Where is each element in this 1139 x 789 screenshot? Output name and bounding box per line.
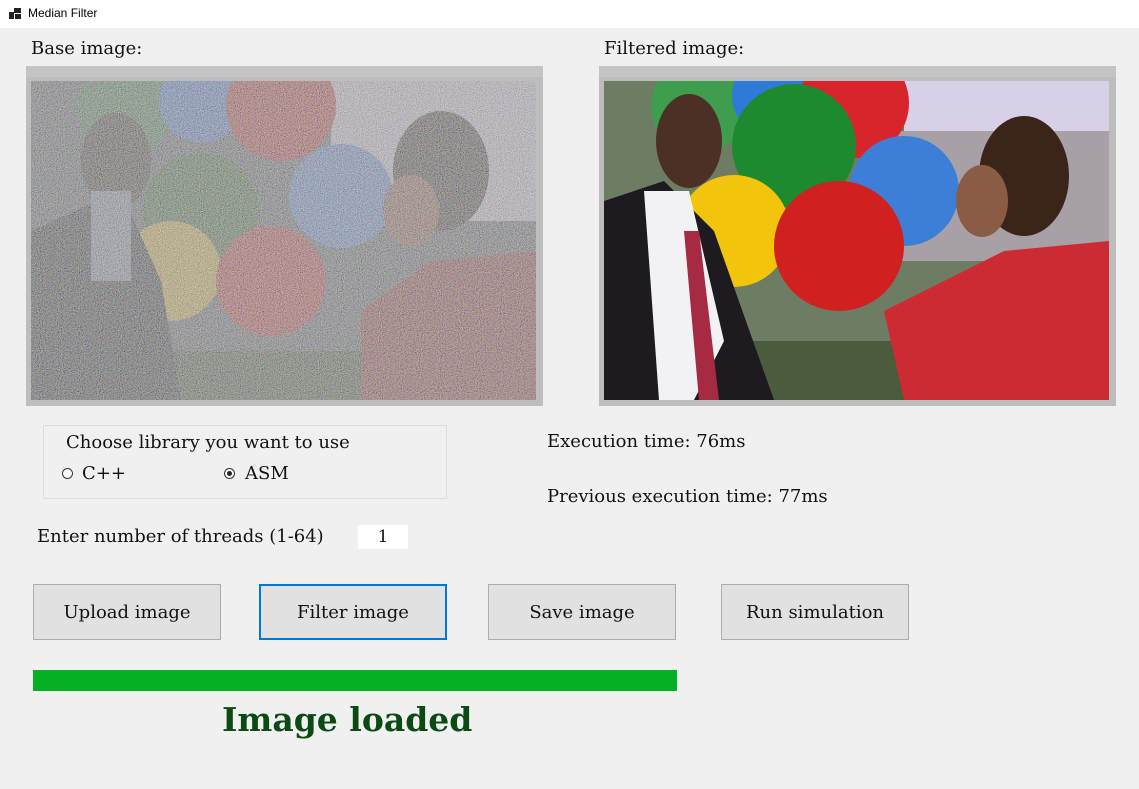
filtered-image-label: Filtered image: bbox=[604, 38, 745, 59]
radio-asm[interactable] bbox=[224, 468, 235, 479]
upload-image-button[interactable]: Upload image bbox=[33, 584, 221, 640]
filtered-image-box bbox=[599, 66, 1116, 406]
base-image-label: Base image: bbox=[31, 38, 143, 59]
radio-cpp[interactable] bbox=[62, 468, 73, 479]
threads-label: Enter number of threads (1-64) bbox=[37, 526, 324, 547]
filter-image-button[interactable]: Filter image bbox=[259, 584, 447, 640]
window-title: Median Filter bbox=[28, 6, 98, 20]
status-message: Image loaded bbox=[222, 700, 473, 739]
previous-execution-time: Previous execution time: 77ms bbox=[547, 486, 828, 507]
progress-bar bbox=[33, 670, 677, 691]
save-image-button[interactable]: Save image bbox=[488, 584, 676, 640]
execution-time: Execution time: 76ms bbox=[547, 431, 746, 452]
progress-fill bbox=[33, 670, 677, 691]
title-bar: Median Filter bbox=[0, 0, 1139, 28]
threads-input[interactable]: 1 bbox=[358, 525, 408, 549]
base-image-box bbox=[26, 66, 543, 406]
run-simulation-button[interactable]: Run simulation bbox=[721, 584, 909, 640]
radio-cpp-label[interactable]: C++ bbox=[82, 465, 126, 483]
app-window-icon[interactable] bbox=[9, 8, 21, 19]
radio-asm-label[interactable]: ASM bbox=[245, 465, 289, 483]
library-prompt: Choose library you want to use bbox=[66, 432, 350, 453]
base-image bbox=[31, 81, 536, 400]
filtered-image bbox=[604, 81, 1109, 400]
